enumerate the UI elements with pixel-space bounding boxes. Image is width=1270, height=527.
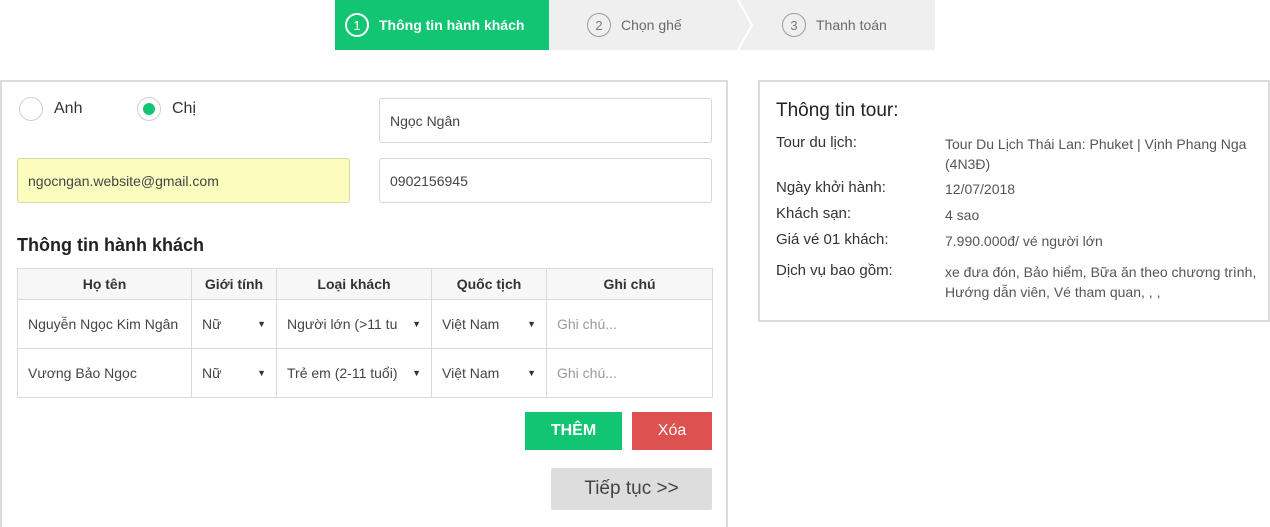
hotel-value: 4 sao: [945, 207, 980, 223]
passenger-name-cell: Nguyễn Ngọc Kim Ngân: [17, 299, 192, 349]
select-value: Nữ: [202, 365, 222, 381]
radio-salutation-chi[interactable]: Chị: [137, 97, 196, 121]
departure-date-label: Ngày khởi hành:: [776, 179, 886, 196]
step-number: 1: [345, 13, 369, 37]
nationality-select[interactable]: Việt Nam ▼: [431, 348, 547, 398]
price-value: 7.990.000đ/ vé người lớn: [945, 233, 1103, 249]
price-label: Giá vé 01 khách:: [776, 231, 889, 248]
gender-select[interactable]: Nữ ▼: [191, 348, 277, 398]
step-number: 2: [587, 13, 611, 37]
email-input[interactable]: [17, 158, 350, 203]
tour-name-label: Tour du lịch:: [776, 134, 857, 151]
select-value: Trẻ em (2-11 tuổi): [287, 365, 398, 381]
note-cell: [546, 348, 713, 398]
step-passenger-info[interactable]: 1 Thông tin hành khách: [335, 0, 549, 50]
caret-down-icon: ▼: [527, 368, 536, 378]
passenger-type-select[interactable]: Trẻ em (2-11 tuổi) ▼: [276, 348, 432, 398]
radio-salutation-anh[interactable]: Anh: [19, 97, 82, 121]
column-header-nationality: Quốc tịch: [431, 268, 547, 300]
departure-date-value: 12/07/2018: [945, 181, 1016, 197]
step-label: Thông tin hành khách: [379, 17, 525, 33]
column-header-note: Ghi chú: [546, 268, 713, 300]
gender-select[interactable]: Nữ ▼: [191, 299, 277, 349]
radio-circle: [19, 97, 43, 121]
tour-name-value: Tour Du Lịch Thái Lan: Phuket | Vịnh Pha…: [945, 136, 1247, 172]
table-row: Nguyễn Ngọc Kim Ngân Nữ ▼ Người lớn (>11 …: [17, 299, 713, 349]
step-active-arrow: [535, 0, 549, 50]
tour-info-title: Thông tin tour:: [776, 100, 899, 121]
continue-button[interactable]: Tiếp tục >>: [551, 468, 712, 510]
passenger-section-title: Thông tin hành khách: [17, 235, 204, 255]
chevron-right-icon: [737, 0, 753, 50]
step-payment[interactable]: 3 Thanh toán: [782, 0, 887, 50]
checkout-stepper: 1 Thông tin hành khách 2 Chọn ghế 3 Than…: [335, 0, 935, 50]
services-label: Dịch vụ bao gồm:: [776, 262, 893, 279]
step-number: 3: [782, 13, 806, 37]
step-label: Thanh toán: [816, 17, 887, 33]
booking-form-panel: Anh Chị Thông tin hành khách Họ tên Giới…: [0, 80, 728, 527]
radio-circle-checked: [137, 97, 161, 121]
select-value: Việt Nam: [442, 316, 500, 332]
table-header-row: Họ tên Giới tính Loại khách Quốc tịch Gh…: [17, 268, 713, 300]
note-cell: [546, 299, 713, 349]
caret-down-icon: ▼: [412, 319, 421, 329]
hotel-label: Khách sạn:: [776, 205, 852, 222]
step-label: Chọn ghế: [621, 17, 682, 33]
note-input[interactable]: [557, 365, 702, 381]
step-choose-seat[interactable]: 2 Chọn ghế: [587, 0, 682, 50]
radio-label: Chị: [172, 100, 197, 117]
nationality-select[interactable]: Việt Nam ▼: [431, 299, 547, 349]
full-name-input[interactable]: [379, 98, 712, 143]
delete-passenger-button[interactable]: Xóa: [632, 412, 712, 450]
select-value: Người lớn (>11 tu: [287, 316, 398, 332]
radio-label: Anh: [54, 100, 83, 117]
passenger-name-cell: Vương Bảo Ngọc: [17, 348, 192, 398]
add-passenger-button[interactable]: THÊM: [525, 412, 622, 450]
note-input[interactable]: [557, 316, 702, 332]
column-header-gender: Giới tính: [191, 268, 277, 300]
passenger-table: Họ tên Giới tính Loại khách Quốc tịch Gh…: [17, 268, 713, 398]
phone-input[interactable]: [379, 158, 712, 203]
caret-down-icon: ▼: [257, 319, 266, 329]
tour-info-panel: Thông tin tour: Tour du lịch: Tour Du Lị…: [758, 80, 1270, 322]
column-header-type: Loại khách: [276, 268, 432, 300]
services-value: xe đưa đón, Bảo hiểm, Bữa ăn theo chương…: [945, 264, 1257, 300]
passenger-type-select[interactable]: Người lớn (>11 tu ▼: [276, 299, 432, 349]
select-value: Nữ: [202, 316, 222, 332]
column-header-name: Họ tên: [17, 268, 192, 300]
select-value: Việt Nam: [442, 365, 500, 381]
caret-down-icon: ▼: [412, 368, 421, 378]
table-row: Vương Bảo Ngọc Nữ ▼ Trẻ em (2-11 tuổi) ▼ V…: [17, 348, 713, 398]
caret-down-icon: ▼: [527, 319, 536, 329]
caret-down-icon: ▼: [257, 368, 266, 378]
